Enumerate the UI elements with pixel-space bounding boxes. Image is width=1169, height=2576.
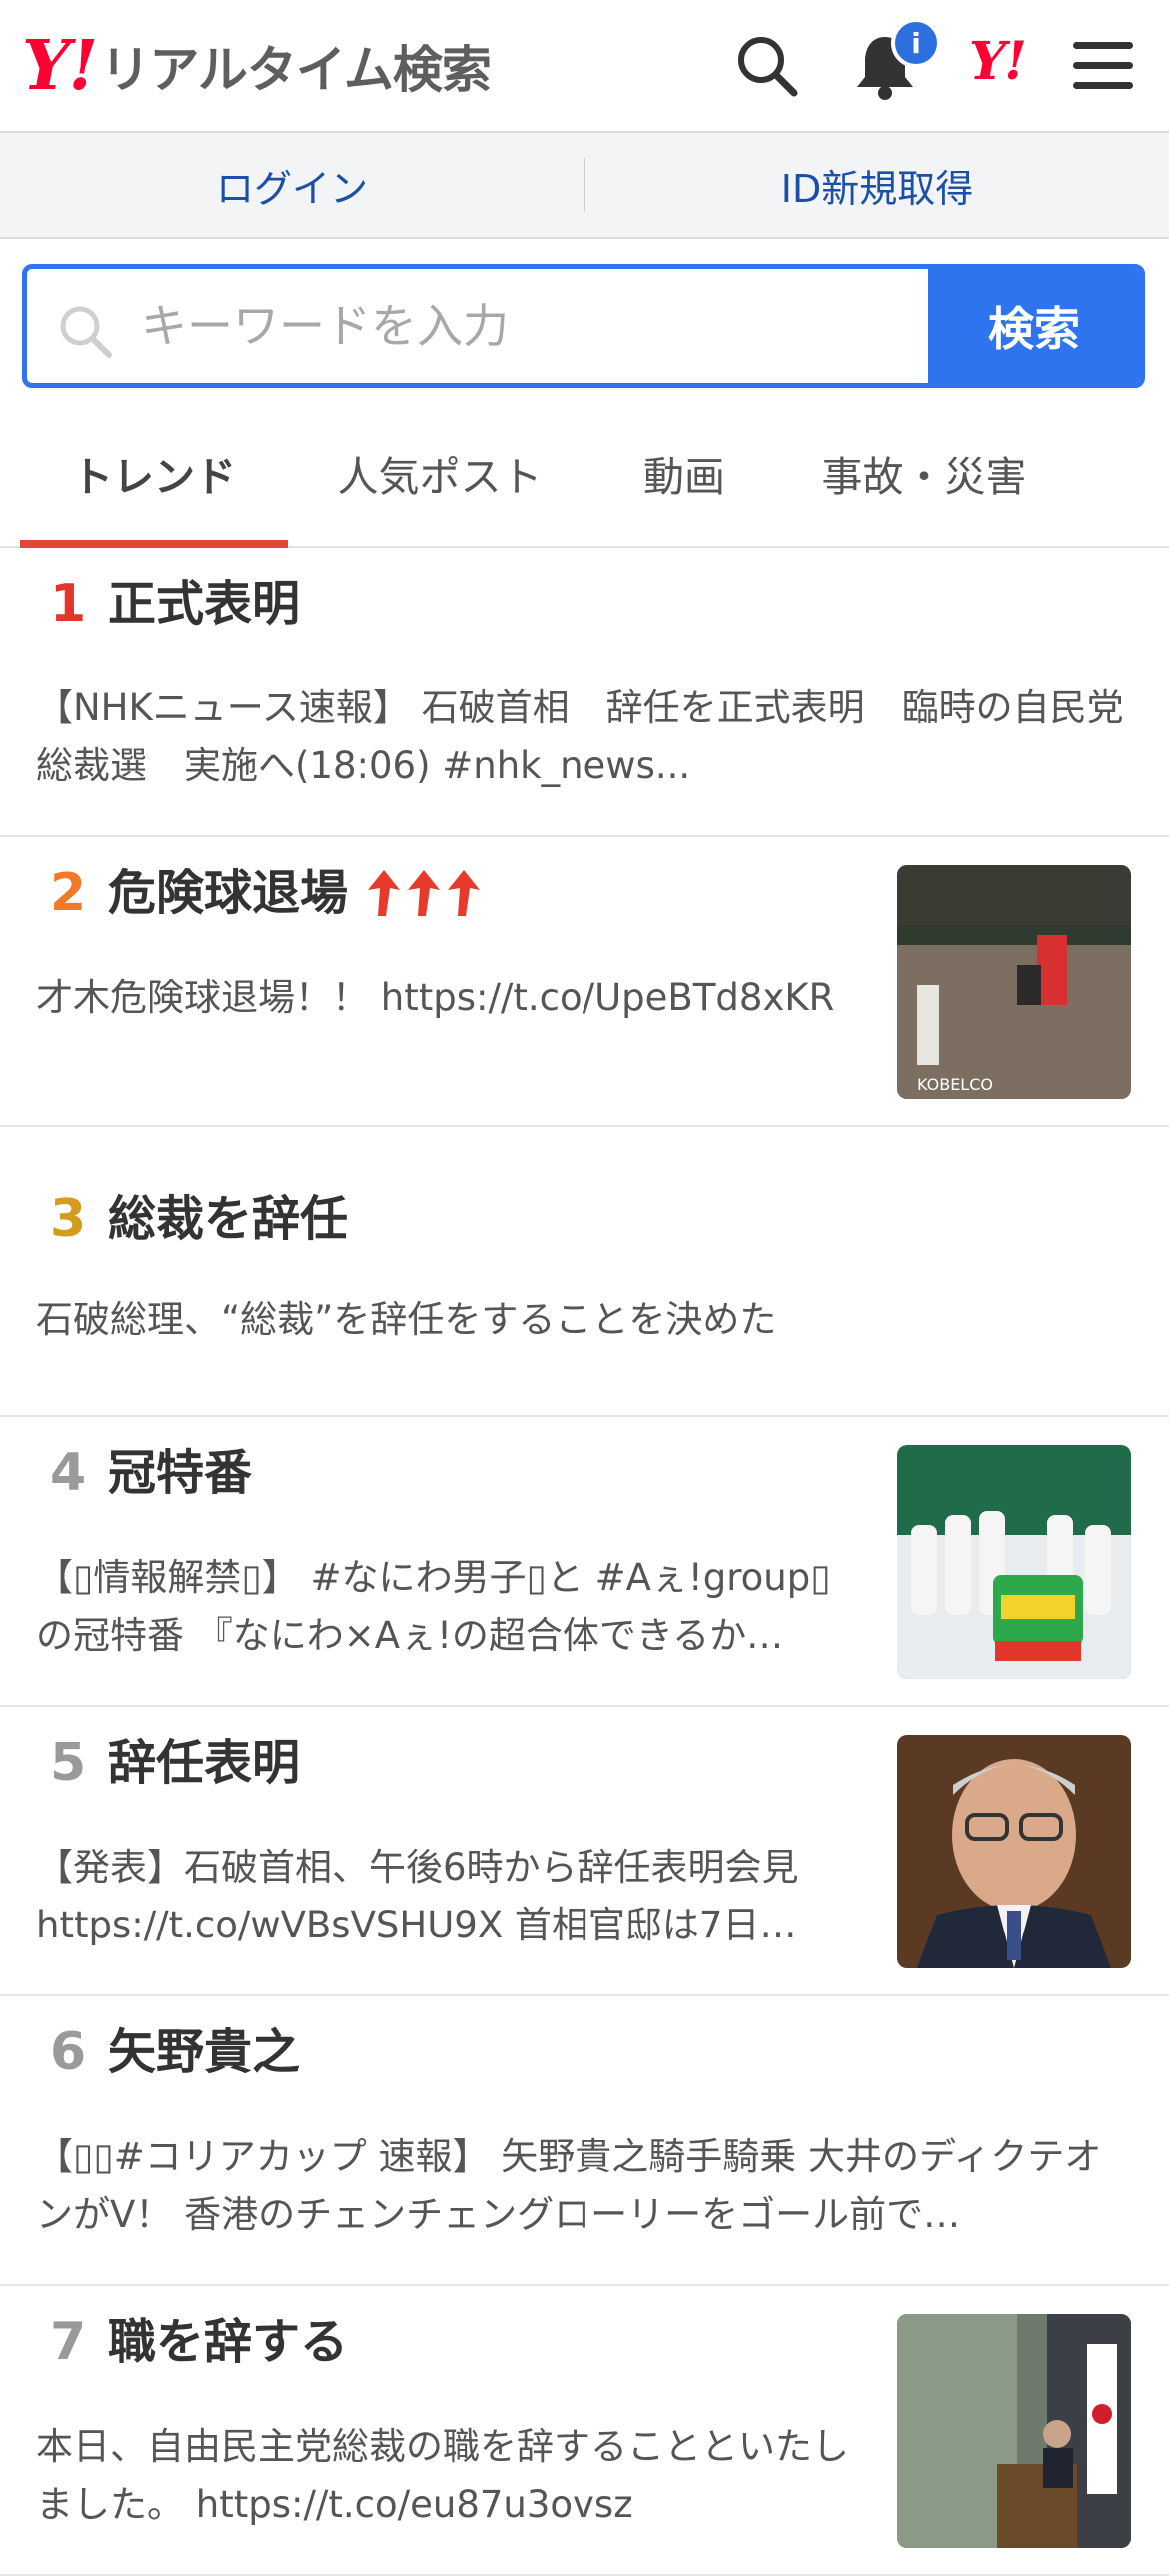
svg-text:KOBELCO: KOBELCO — [917, 1075, 993, 1094]
search-button[interactable]: 検索 — [928, 269, 1140, 383]
trend-item[interactable]: 3 総裁を辞任 石破総理、“総裁”を辞任をすることを決めた — [0, 1127, 1169, 1417]
active-tab-indicator — [20, 540, 288, 548]
menu-icon[interactable] — [1065, 28, 1141, 104]
tab-accidents-disasters[interactable]: 事故・災害 — [789, 400, 1059, 546]
trend-rank: 3 — [50, 1189, 87, 1249]
yahoo-realtime-logo[interactable]: Y! リアルタイム検索 — [22, 26, 492, 106]
tab-videos[interactable]: 動画 — [589, 400, 779, 546]
trend-rank: 7 — [50, 2312, 87, 2372]
trend-up-arrows-icon — [364, 868, 488, 918]
login-bar: ログイン ID新規取得 — [0, 133, 1169, 239]
search-input[interactable] — [139, 269, 938, 383]
trend-rank: 5 — [50, 1733, 87, 1793]
search-icon[interactable] — [729, 28, 805, 104]
trend-rank: 4 — [50, 1443, 87, 1503]
trend-item[interactable]: 2 危険球退場 才木危険球退場！！ https://t.co/UpeBTd8xK… — [0, 837, 1169, 1127]
app-header: Y! リアルタイム検索 i Y! — [0, 0, 1169, 133]
site-title: リアルタイム検索 — [100, 41, 491, 99]
trend-rank: 1 — [50, 574, 87, 634]
login-link[interactable]: ログイン — [0, 158, 584, 213]
trend-rank: 6 — [50, 2022, 87, 2082]
signup-link[interactable]: ID新規取得 — [585, 158, 1169, 213]
trend-item[interactable]: 6 矢野貴之 【▯▯#コリアカップ 速報】 矢野貴之騎手騎乗 大井のディクテオン… — [0, 1996, 1169, 2286]
yahoo-japan-icon[interactable]: Y! — [969, 36, 1027, 88]
notification-badge: i — [891, 18, 941, 68]
search-input-icon — [60, 306, 112, 358]
trend-item[interactable]: 7 職を辞する 本日、自由民主党総裁の職を辞することといたしました。 https… — [0, 2286, 1169, 2576]
trend-title: 正式表明 — [108, 576, 301, 632]
trend-description: 【▯▯#コリアカップ 速報】 矢野貴之騎手騎乗 大井のディクテオンがV！ 香港の… — [36, 2135, 1102, 2236]
yahoo-logo-mark: Y! — [22, 26, 98, 106]
speech-thumbnail[interactable] — [897, 2314, 1131, 2548]
trend-description: 石破総理、“総裁”を辞任をすることを決めた — [36, 1298, 777, 1341]
trend-item[interactable]: 5 辞任表明 【発表】石破首相、午後6時から辞任表明会見 https://t.c… — [0, 1707, 1169, 1996]
trend-title: 総裁を辞任 — [108, 1191, 349, 1247]
baseball-game-thumbnail[interactable]: KOBELCO — [897, 865, 1131, 1099]
trend-title: 辞任表明 — [108, 1735, 301, 1791]
press-conference-thumbnail[interactable] — [897, 1735, 1131, 1968]
trend-title: 職を辞する — [108, 2314, 349, 2370]
trend-item[interactable]: 4 冠特番 【▯情報解禁▯】 #なにわ男子▯と #Aぇ!group▯の冠特番 『… — [0, 1417, 1169, 1707]
trend-title: 危険球退場 — [108, 865, 349, 921]
search-form: 検索 — [22, 264, 1145, 388]
trend-description: 【NHKニュース速報】 石破首相 辞任を正式表明 臨時の自民党総裁選 実施へ(1… — [36, 686, 1124, 787]
trend-description: 本日、自由民主党総裁の職を辞することといたしました。 https://t.co/… — [36, 2425, 849, 2526]
category-tabs: トレンド 人気ポスト 動画 事故・災害 — [0, 400, 1169, 548]
trend-rank: 2 — [50, 863, 87, 923]
trend-description: 【発表】石破首相、午後6時から辞任表明会見 https://t.co/wVBsV… — [36, 1846, 799, 1946]
trend-title: 冠特番 — [108, 1445, 253, 1501]
trend-description: 才木危険球退場！！ https://t.co/UpeBTd8xKR — [36, 976, 835, 1019]
trend-item[interactable]: 1 正式表明 【NHKニュース速報】 石破首相 辞任を正式表明 臨時の自民党総裁… — [0, 548, 1169, 837]
tv-special-thumbnail[interactable] — [897, 1445, 1131, 1679]
trend-description: 【▯情報解禁▯】 #なにわ男子▯と #Aぇ!group▯の冠特番 『なにわ×Aぇ… — [36, 1556, 831, 1657]
tab-popular-posts[interactable]: 人気ポスト — [300, 400, 580, 546]
trend-title-row: 危険球退場 — [108, 867, 488, 920]
tab-trend[interactable]: トレンド — [20, 400, 288, 546]
trend-title: 矢野貴之 — [108, 2024, 301, 2080]
